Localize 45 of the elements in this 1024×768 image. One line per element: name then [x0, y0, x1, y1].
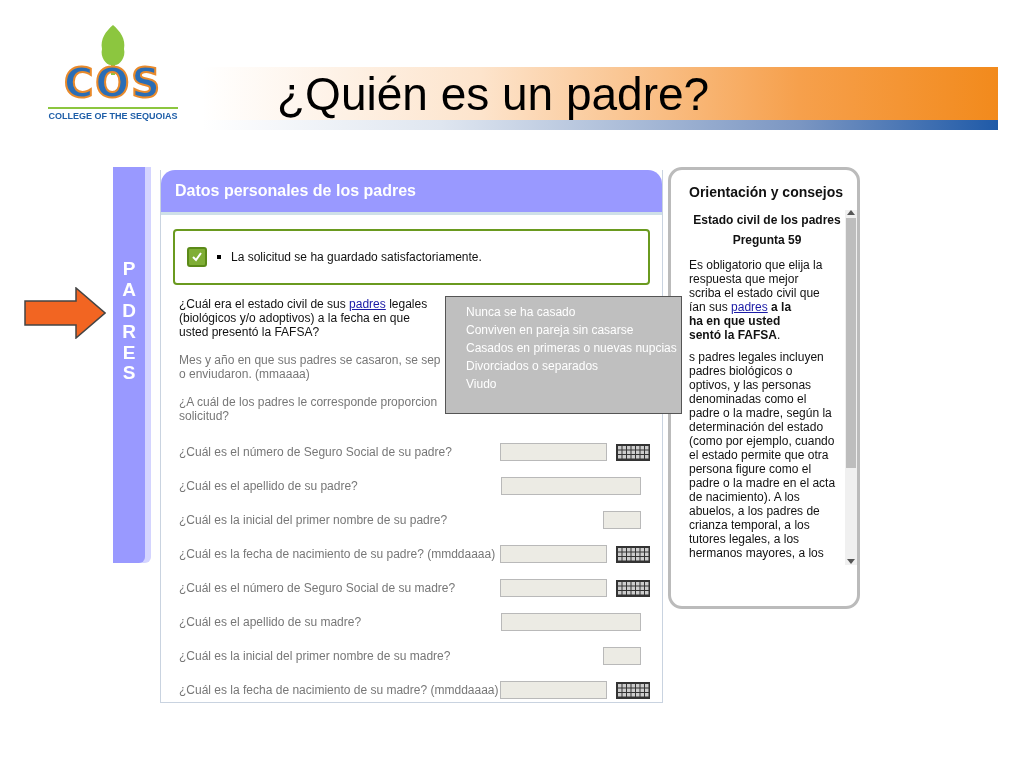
input-field[interactable]	[500, 681, 607, 699]
field-label: ¿Cuál es la fecha de nacimiento de su padre? (mmddaaaa)	[179, 547, 496, 561]
padres-link[interactable]: padres	[731, 300, 768, 314]
question-text: ¿A cuál de los padres le corresponde proporcion solicitud?	[179, 395, 438, 423]
keypad-icon[interactable]	[616, 681, 650, 699]
logo-letters: COS	[63, 65, 163, 101]
guide-paragraph: s padres legales incluyen padres biológicos o optivos, y las personas denominadas como el padre o la madre, según la determinación del estado (como por ejemplo, cuando el estado permite que otra persona figure como el padre o la madre en el acta de nacimiento). A los abuelos, a los padres de crianza temporal, a los tutores legales, a los hermanos mayores, a los	[689, 350, 837, 560]
dropdown-option[interactable]: Viudo	[466, 375, 681, 393]
input-field[interactable]	[501, 613, 641, 631]
input-field[interactable]	[500, 579, 607, 597]
keypad-icon[interactable]	[616, 443, 650, 461]
notice-text: La solicitud se ha guardado satisfactoriamente.	[231, 250, 482, 264]
field-label: ¿Cuál es la inicial del primer nombre de su padre?	[179, 513, 448, 527]
field-label: ¿Cuál es el número de Seguro Social de su madre?	[179, 581, 456, 595]
question-number: Pregunta 59	[731, 232, 803, 249]
down-arrow-icon[interactable]	[847, 559, 855, 565]
scrollbar[interactable]	[845, 210, 857, 565]
side-tab-label: PADRES	[121, 259, 137, 386]
up-arrow-icon[interactable]	[847, 210, 855, 216]
input-field[interactable]	[603, 511, 641, 529]
input-field[interactable]	[501, 477, 641, 495]
guide-paragraph: Es obligatorio que elija la respuesta que mejor scriba el estado civil que ían sus padres a la ha en que usted sentó la FAFSA.	[689, 258, 824, 342]
keypad-icon[interactable]	[616, 579, 650, 597]
dropdown-option[interactable]: Nunca se ha casado	[466, 303, 681, 321]
slide-title: ¿Quién es un padre?	[277, 66, 710, 121]
field-label: ¿Cuál es el apellido de su padre?	[179, 479, 358, 493]
input-field[interactable]	[500, 545, 607, 563]
field-label: ¿Cuál es la fecha de nacimiento de su madre? (mmddaaaa)	[179, 683, 499, 697]
arrow-icon	[24, 287, 106, 339]
dropdown-option[interactable]: Conviven en pareja sin casarse	[466, 321, 681, 339]
dropdown-option[interactable]: Divorciados o separados	[466, 357, 681, 375]
college-name: COLLEGE OF THE SEQUOIAS	[48, 107, 178, 121]
dropdown-option[interactable]: Casados en primeras o nuevas nupcias	[466, 339, 681, 357]
field-label: ¿Cuál es el número de Seguro Social de su padre?	[179, 445, 452, 459]
keypad-icon[interactable]	[616, 545, 650, 563]
input-field[interactable]	[603, 647, 641, 665]
field-label: ¿Cuál es la inicial del primer nombre de su madre?	[179, 649, 451, 663]
question-text: ¿Cuál era el estado civil de sus padres legales (biológicos y/o adoptivos) a la fecha en que usted presentó la FAFSA?	[179, 297, 428, 339]
question-text: Mes y año en que sus padres se casaron, se sep o enviudaron. (mmaaaa)	[179, 353, 441, 381]
guide-title: Orientación y consejos	[689, 184, 845, 200]
input-field[interactable]	[500, 443, 607, 461]
form-title: Datos personales de los padres	[175, 182, 416, 200]
field-label: ¿Cuál es el apellido de su madre?	[179, 615, 362, 629]
guide-topic: Estado civil de los padres	[692, 212, 842, 229]
padres-link[interactable]: padres	[349, 297, 386, 311]
